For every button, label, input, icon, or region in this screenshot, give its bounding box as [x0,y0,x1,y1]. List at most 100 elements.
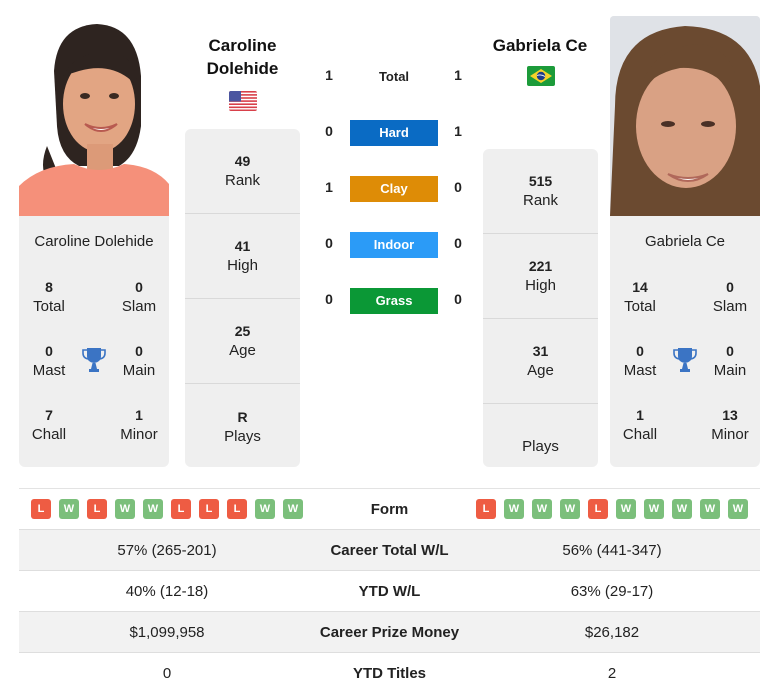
titles-card-right: Gabriela Ce 14 Total 0 Slam 0 Mast 0 Mai… [610,216,760,467]
form-win-badge[interactable]: W [59,499,79,519]
form-win-badge[interactable]: W [283,499,303,519]
stat-value: R [237,408,248,425]
stat-label: Age [527,362,554,379]
form-win-badge[interactable]: W [504,499,524,519]
surface-grass-badge[interactable]: Grass [350,288,438,314]
prize-money-right: $26,182 [584,623,640,641]
h2h-hard-left: 0 [325,123,333,139]
titles-value: 8 [45,279,53,295]
form-row: LWLWWLLLWW Form LWWWLWWWWW [19,489,760,530]
form-loss-badge[interactable]: L [227,499,247,519]
titles-value: 7 [45,407,53,423]
titles-chall-left: 7 Chall [19,405,79,445]
player-photo-left [19,16,169,216]
h2h-clay-left: 1 [325,179,333,195]
stat-value: 515 [528,173,553,189]
table-row: $1,099,958 Career Prize Money $26,182 [19,612,760,653]
form-win-badge[interactable]: W [700,499,720,519]
trophy-icon [673,347,697,373]
form-loss-badge[interactable]: L [588,499,608,519]
form-loss-badge[interactable]: L [199,499,219,519]
ytd-titles-left: 0 [162,665,172,682]
titles-value: 0 [45,343,53,359]
ytd-wl-left: 40% (12-18) [125,582,209,600]
stat-label: Rank [522,192,559,209]
stat-column-right: 515 Rank 221 High 31 Age Plays [483,149,598,467]
player-name-right[interactable]: Gabriela Ce [470,34,610,57]
form-win-badge[interactable]: W [143,499,163,519]
player-name-left[interactable]: Caroline Dolehide [185,34,300,80]
titles-label: Total [33,298,65,315]
titles-total-left: 8 Total [19,277,79,317]
titles-mast-left: 0 Mast [19,341,79,381]
stat-label: High [227,257,258,274]
form-win-badge[interactable]: W [532,499,552,519]
stat-label: Rank [224,172,261,189]
stat-value: 25 [234,323,251,339]
ytd-wl-label: YTD W/L [358,582,421,600]
h2h-indoor-right: 0 [454,235,462,251]
titles-label: Minor [120,426,158,443]
surface-hard-badge[interactable]: Hard [350,120,438,146]
stat-column-left: 49 Rank 41 High 25 Age R Plays [185,129,300,467]
titles-minor-right: 13 Minor [700,405,760,445]
titles-value: 0 [135,279,143,295]
table-row: 57% (265-201) Career Total W/L 56% (441-… [19,530,760,571]
stat-label: Plays [522,437,559,455]
prize-money-label: Career Prize Money [319,623,460,641]
titles-label: Slam [712,298,748,315]
stat-value: 31 [532,343,549,359]
stat-label: High [525,277,556,294]
form-loss-badge[interactable]: L [171,499,191,519]
trophy-icon [82,347,106,373]
career-wl-left: 57% (265-201) [117,541,217,559]
titles-value: 0 [636,343,644,359]
titles-player-name-left: Caroline Dolehide [34,233,154,250]
ytd-wl-right: 63% (29-17) [570,582,654,600]
titles-total-right: 14 Total [610,277,670,317]
titles-value: 0 [726,279,734,295]
stat-value: 41 [234,238,251,254]
form-loss-badge[interactable]: L [476,499,496,519]
form-win-badge[interactable]: W [255,499,275,519]
titles-card-left: Caroline Dolehide 8 Total 0 Slam 0 Mast … [19,216,169,467]
surface-indoor-badge[interactable]: Indoor [350,232,438,258]
form-right: LWWWLWWWWW [464,499,760,519]
form-win-badge[interactable]: W [672,499,692,519]
stat-high-right: 221 High [483,234,598,319]
titles-label: Minor [711,426,749,443]
stat-rank-left: 49 Rank [185,129,300,214]
table-row: 0 YTD Titles 2 [19,653,760,694]
stat-age-right: 31 Age [483,319,598,404]
titles-label: Mast [623,362,657,379]
player-photo-right [610,16,760,216]
h2h-grass-right: 0 [454,291,462,307]
form-win-badge[interactable]: W [560,499,580,519]
h2h-hard-right: 1 [454,123,462,139]
form-win-badge[interactable]: W [115,499,135,519]
form-win-badge[interactable]: W [644,499,664,519]
titles-minor-left: 1 Minor [109,405,169,445]
titles-label: Total [624,298,656,315]
stat-age-left: 25 Age [185,299,300,384]
player-name-left-line2: Dolehide [206,59,279,78]
form-win-badge[interactable]: W [728,499,748,519]
brazil-flag-icon [527,66,555,86]
titles-player-name-right: Gabriela Ce [644,233,726,250]
player-name-left-line1: Caroline [208,36,277,55]
titles-value: 0 [726,343,734,359]
titles-mast-right: 0 Mast [610,341,670,381]
titles-label: Chall [31,426,67,443]
ytd-titles-right: 2 [607,665,617,682]
titles-slam-left: 0 Slam [109,277,169,317]
form-loss-badge[interactable]: L [87,499,107,519]
form-left: LWLWWLLLWW [19,499,315,519]
form-win-badge[interactable]: W [616,499,636,519]
titles-main-right: 0 Main [700,341,760,381]
stat-label: Age [229,342,256,359]
stat-value: 221 [528,258,553,274]
surface-clay-badge[interactable]: Clay [350,176,438,202]
stat-label: Plays [224,427,261,445]
form-loss-badge[interactable]: L [31,499,51,519]
comparison-table: LWLWWLLLWW Form LWWWLWWWWW 57% (265-201)… [19,488,760,694]
